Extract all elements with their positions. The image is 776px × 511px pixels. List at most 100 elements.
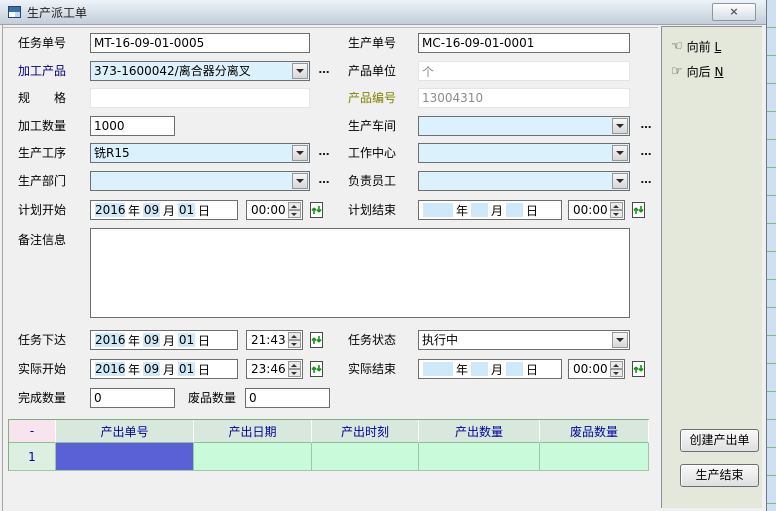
refresh-icon[interactable] [631,201,646,219]
date-day[interactable] [506,203,523,217]
nav-prev-button[interactable]: ☜ 向前 L [671,37,721,55]
actual-start-date[interactable]: 2016年 09月 01日 [90,359,238,379]
workshop-more-button[interactable]: … [638,116,654,136]
table-cell[interactable] [312,443,419,471]
date-day[interactable]: 01 [178,362,195,376]
chevron-down-icon[interactable] [292,145,308,161]
wcenter-combo[interactable] [418,143,630,163]
spec-label: 规 格 [18,88,66,108]
spin-up-icon[interactable] [610,202,623,210]
product-label: 加工产品 [18,61,66,81]
chevron-down-icon[interactable] [292,173,308,189]
mdi-workspace: 生产派工单 × 任务单号 生产单号 加工产品 373-1600042/离合器分离… [0,0,776,511]
end-production-button[interactable]: 生产结束 [680,464,759,487]
table-cell[interactable] [419,443,540,471]
date-year[interactable]: 2016 [95,333,125,347]
product-combo[interactable]: 373-1600042/离合器分离叉 [90,61,310,81]
spinner[interactable] [610,361,623,377]
wcenter-label: 工作中心 [348,143,396,163]
refresh-icon[interactable] [631,360,646,378]
row-number-cell[interactable]: 1 [9,443,56,471]
workshop-combo[interactable] [418,116,630,136]
plan-end-time[interactable]: 00:00 [568,200,625,220]
wcenter-more-button[interactable]: … [638,143,654,163]
actual-start-time[interactable]: 23:46 [246,359,303,379]
nav-next-button[interactable]: ☞ 向后 N [671,62,723,80]
date-day[interactable]: 01 [178,333,195,347]
time-value[interactable]: 23:46 [251,362,286,376]
spin-up-icon[interactable] [610,361,623,369]
plan-start-time[interactable]: 00:00 [246,200,303,220]
spin-up-icon[interactable] [288,202,301,210]
chevron-down-icon[interactable] [292,63,308,79]
spin-down-icon[interactable] [610,210,623,218]
refresh-icon[interactable] [309,360,324,378]
status-combo[interactable]: 执行中 [418,330,630,350]
time-value[interactable]: 21:43 [251,333,286,347]
table-cell[interactable] [194,443,312,471]
date-year[interactable] [423,203,453,217]
spinner[interactable] [610,202,623,218]
remark-textarea[interactable] [90,228,630,318]
process-combo[interactable]: 铣R15 [90,143,310,163]
task-issue-time[interactable]: 21:43 [246,330,303,350]
spin-up-icon[interactable] [288,332,301,340]
prod-no-input[interactable] [418,33,630,53]
date-year[interactable]: 2016 [95,203,125,217]
spinner[interactable] [288,202,301,218]
employee-combo[interactable] [418,171,630,191]
date-month[interactable]: 09 [143,362,160,376]
task-issue-date[interactable]: 2016年 09月 01日 [90,330,238,350]
product-combo-value: 373-1600042/离合器分离叉 [94,64,251,78]
window-titlebar[interactable]: 生产派工单 × [0,0,766,25]
actual-end-time[interactable]: 00:00 [568,359,625,379]
date-month[interactable] [471,362,488,376]
refresh-icon[interactable] [309,331,324,349]
process-more-button[interactable]: … [316,143,332,163]
scrap-qty-input[interactable] [245,388,330,408]
time-value[interactable]: 00:00 [251,203,286,217]
chevron-down-icon[interactable] [612,173,628,189]
close-icon[interactable]: × [712,3,756,21]
date-month[interactable] [471,203,488,217]
chevron-down-icon[interactable] [612,145,628,161]
spin-up-icon[interactable] [288,361,301,369]
time-value[interactable]: 00:00 [573,362,608,376]
spin-down-icon[interactable] [288,340,301,348]
unit-day: 日 [197,202,211,219]
plan-start-date[interactable]: 2016年 09月 01日 [90,200,238,220]
spinner[interactable] [288,332,301,348]
time-value[interactable]: 00:00 [573,203,608,217]
date-month[interactable]: 09 [143,333,160,347]
date-day[interactable]: 01 [178,203,195,217]
table-cell[interactable] [540,443,649,471]
date-year[interactable]: 2016 [95,362,125,376]
table-cell-selected[interactable] [56,443,194,471]
refresh-icon[interactable] [309,201,324,219]
spin-down-icon[interactable] [288,369,301,377]
spin-down-icon[interactable] [288,210,301,218]
chevron-down-icon[interactable] [612,332,628,348]
product-more-button[interactable]: … [316,61,332,81]
spinner[interactable] [288,361,301,377]
qty-input[interactable] [90,116,175,136]
create-output-button[interactable]: 创建产出单 [680,429,759,452]
done-qty-input[interactable] [90,388,175,408]
chevron-down-icon[interactable] [612,118,628,134]
actual-end-date[interactable]: 年 月 日 [418,359,562,379]
hand-right-icon: ☞ [671,64,683,79]
actual-start-label: 实际开始 [18,359,66,379]
date-day[interactable] [506,362,523,376]
date-month[interactable]: 09 [143,203,160,217]
date-year[interactable] [423,362,453,376]
dept-more-button[interactable]: … [316,171,332,191]
code-label: 产品编号 [348,88,396,108]
window-title: 生产派工单 [27,4,87,21]
plan-end-date[interactable]: 年 月 日 [418,200,562,220]
spin-down-icon[interactable] [610,369,623,377]
dept-combo[interactable] [90,171,310,191]
task-no-input[interactable] [90,33,310,53]
spec-field[interactable] [90,88,310,108]
column-header: 产出单号 [56,420,194,443]
employee-more-button[interactable]: … [638,171,654,191]
